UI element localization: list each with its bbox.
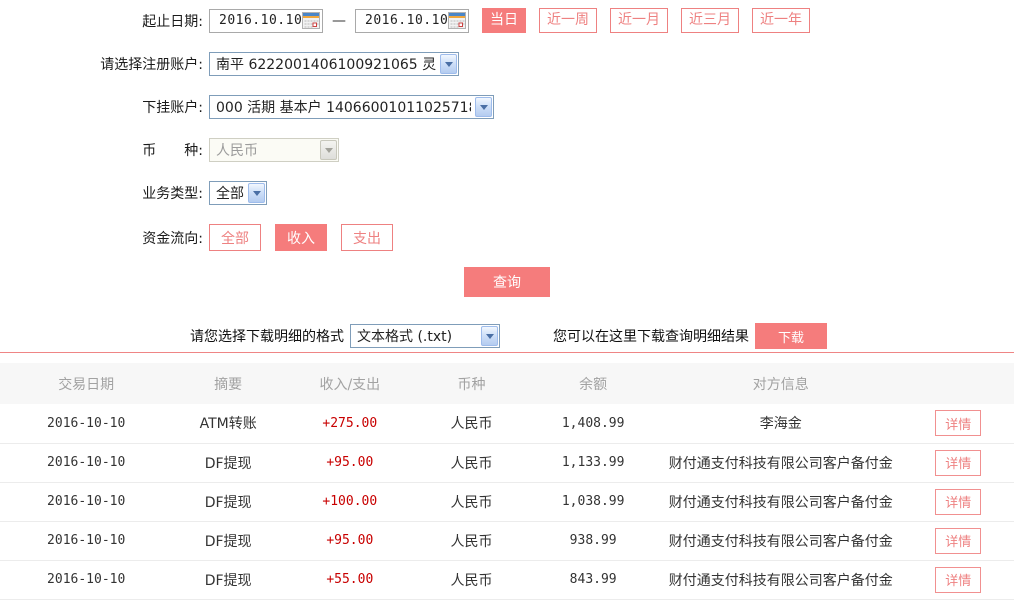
date-range-row: 起止日期: 2016.10.10 [0, 8, 1014, 33]
cell-amount: +100.00 [284, 482, 416, 521]
register-account-select[interactable]: 南平 6222001406100921065 灵通卡 [209, 52, 459, 76]
download-format-value: 文本格式 (.txt) [357, 326, 452, 346]
cell-amount: +95.00 [284, 443, 416, 482]
cell-transaction-date: 2016-10-10 [0, 443, 172, 482]
cell-transaction-date: 2016-10-10 [0, 404, 172, 443]
sub-account-label: 下挂账户: [0, 97, 203, 117]
chevron-down-icon [475, 97, 492, 117]
table-row: 2016-10-10 DF提现 +95.00 人民币 1,133.99 财付通支… [0, 443, 1014, 482]
cell-counterparty: 财付通支付科技有限公司客户备付金 [659, 560, 902, 599]
detail-button[interactable]: 详情 [935, 567, 981, 593]
cell-balance: 1,408.99 [527, 404, 659, 443]
date-range-label: 起止日期: [0, 11, 203, 31]
cell-currency: 人民币 [416, 404, 528, 443]
cell-counterparty: 财付通支付科技有限公司客户备付金 [659, 443, 902, 482]
table-row: 2016-10-10 ATM转账 +275.00 人民币 1,408.99 李海… [0, 404, 1014, 443]
download-format-select[interactable]: 文本格式 (.txt) [350, 324, 500, 348]
header-date: 交易日期 [0, 363, 172, 404]
cell-amount: +95.00 [284, 521, 416, 560]
download-hint: 您可以在这里下载查询明细结果 [553, 326, 749, 346]
query-form: 起止日期: 2016.10.10 [0, 0, 1014, 297]
business-type-value: 全部 [216, 183, 244, 203]
detail-button[interactable]: 详情 [935, 489, 981, 515]
calendar-icon[interactable] [302, 12, 320, 29]
cell-summary: ATM转账 [172, 404, 284, 443]
cell-amount: +275.00 [284, 404, 416, 443]
quick-range-month-button[interactable]: 近一月 [610, 8, 668, 33]
cell-currency: 人民币 [416, 482, 528, 521]
end-date-value: 2016.10.10 [365, 13, 448, 28]
quick-range-week-button[interactable]: 近一周 [539, 8, 597, 33]
header-currency: 币种 [416, 363, 528, 404]
table-row: 2016-10-10 DF提现 +55.00 人民币 843.99 财付通支付科… [0, 560, 1014, 599]
fund-flow-expense-button[interactable]: 支出 [341, 224, 393, 251]
cell-balance: 843.99 [527, 560, 659, 599]
red-divider [0, 352, 1014, 353]
end-date-input[interactable]: 2016.10.10 [355, 9, 469, 33]
cell-currency: 人民币 [416, 521, 528, 560]
cell-summary: DF提现 [172, 560, 284, 599]
cell-summary: DF提现 [172, 482, 284, 521]
cell-counterparty: 财付通支付科技有限公司客户备付金 [659, 482, 902, 521]
business-type-row: 业务类型: 全部 [0, 181, 1014, 205]
download-format-label: 请您选择下载明细的格式 [190, 326, 344, 346]
cell-transaction-date: 2016-10-10 [0, 482, 172, 521]
cell-counterparty: 财付通支付科技有限公司客户备付金 [659, 521, 902, 560]
table-header-row: 交易日期 摘要 收入/支出 币种 余额 对方信息 [0, 363, 1014, 404]
detail-button[interactable]: 详情 [935, 410, 981, 436]
currency-label: 币 种: [0, 140, 203, 160]
fund-flow-row: 资金流向: 全部 收入 支出 [0, 224, 1014, 251]
chevron-down-icon [440, 54, 457, 74]
currency-row: 币 种: 人民币 [0, 138, 1014, 162]
business-type-label: 业务类型: [0, 183, 203, 203]
fund-flow-income-button[interactable]: 收入 [275, 224, 327, 251]
cell-currency: 人民币 [416, 443, 528, 482]
register-account-value: 南平 6222001406100921065 灵通卡 [216, 54, 436, 74]
cell-balance: 1,133.99 [527, 443, 659, 482]
start-date-value: 2016.10.10 [219, 13, 302, 28]
cell-balance: 1,038.99 [527, 482, 659, 521]
chevron-down-icon [320, 140, 337, 160]
cell-counterparty: 李海金 [659, 404, 902, 443]
register-account-label: 请选择注册账户: [0, 54, 203, 74]
chevron-down-icon [481, 326, 498, 346]
transaction-query-page: 起止日期: 2016.10.10 [0, 0, 1014, 605]
currency-select: 人民币 [209, 138, 339, 162]
header-action [902, 363, 1014, 404]
currency-value: 人民币 [216, 140, 258, 160]
cell-balance: 938.99 [527, 521, 659, 560]
sub-account-value: 000 活期 基本户 1406600101102571848 [216, 97, 471, 117]
download-button[interactable]: 下载 [755, 323, 827, 349]
register-account-row: 请选择注册账户: 南平 6222001406100921065 灵通卡 [0, 52, 1014, 76]
fund-flow-all-button[interactable]: 全部 [209, 224, 261, 251]
transactions-table: 交易日期 摘要 收入/支出 币种 余额 对方信息 2016-10-10 ATM转… [0, 363, 1014, 600]
chevron-down-icon [248, 183, 265, 203]
cell-amount: +55.00 [284, 560, 416, 599]
cell-transaction-date: 2016-10-10 [0, 521, 172, 560]
detail-button[interactable]: 详情 [935, 528, 981, 554]
start-date-input[interactable]: 2016.10.10 [209, 9, 323, 33]
sub-account-select[interactable]: 000 活期 基本户 1406600101102571848 [209, 95, 494, 119]
header-counterparty: 对方信息 [659, 363, 902, 404]
table-row: 2016-10-10 DF提现 +100.00 人民币 1,038.99 财付通… [0, 482, 1014, 521]
download-section: 请您选择下载明细的格式 文本格式 (.txt) 您可以在这里下载查询明细结果 下… [0, 321, 1014, 351]
header-amount: 收入/支出 [284, 363, 416, 404]
cell-transaction-date: 2016-10-10 [0, 560, 172, 599]
header-summary: 摘要 [172, 363, 284, 404]
date-range-separator: — [332, 13, 346, 29]
quick-range-quarter-button[interactable]: 近三月 [681, 8, 739, 33]
cell-summary: DF提现 [172, 521, 284, 560]
fund-flow-label: 资金流向: [0, 228, 203, 248]
business-type-select[interactable]: 全部 [209, 181, 267, 205]
table-row: 2016-10-10 DF提现 +95.00 人民币 938.99 财付通支付科… [0, 521, 1014, 560]
quick-range-year-button[interactable]: 近一年 [752, 8, 810, 33]
quick-range-today-button[interactable]: 当日 [482, 8, 526, 33]
sub-account-row: 下挂账户: 000 活期 基本户 1406600101102571848 [0, 95, 1014, 119]
query-button[interactable]: 查询 [464, 267, 550, 297]
header-balance: 余额 [527, 363, 659, 404]
cell-summary: DF提现 [172, 443, 284, 482]
cell-currency: 人民币 [416, 560, 528, 599]
detail-button[interactable]: 详情 [935, 450, 981, 476]
calendar-icon[interactable] [448, 12, 466, 29]
